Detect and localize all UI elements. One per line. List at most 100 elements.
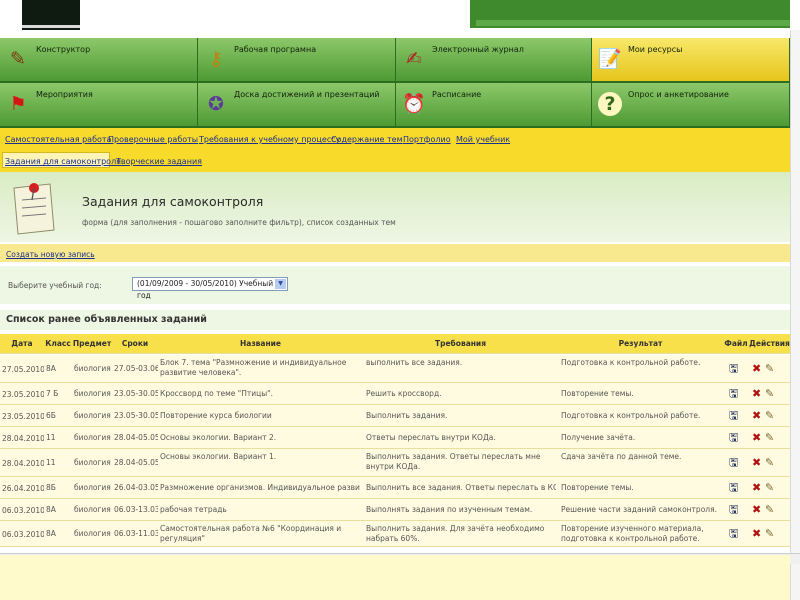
col-file[interactable]: Файл <box>723 339 749 349</box>
edit-icon[interactable]: ✎ <box>765 482 774 494</box>
delete-icon[interactable]: ✖ <box>752 432 761 444</box>
cell-result: Повторение темы. <box>561 483 634 492</box>
edit-icon[interactable]: ✎ <box>765 432 774 444</box>
subnav-my-textbook[interactable]: Мой учебник <box>456 135 510 144</box>
cell-title: Повторение курса биологии <box>160 411 272 420</box>
edit-icon[interactable]: ✎ <box>765 363 774 375</box>
page-header: Задания для самоконтроля форма (для запо… <box>0 172 790 242</box>
cell-terms: 06.03-11.03 <box>114 529 158 538</box>
create-record-link[interactable]: Создать новую запись <box>6 250 95 259</box>
chart-icon: ✍ <box>406 48 422 70</box>
delete-icon[interactable]: ✖ <box>752 504 761 516</box>
constructor-icon: ✎ <box>10 48 26 70</box>
cell-class: 11 <box>46 458 56 467</box>
file-download-icon[interactable]: 🖫 <box>729 504 738 516</box>
col-subject[interactable]: Предмет <box>72 339 112 349</box>
col-title[interactable]: Название <box>158 339 363 349</box>
cell-date: 28.04.2010 <box>2 434 44 443</box>
file-download-icon[interactable]: 🖫 <box>729 482 738 494</box>
cell-class: 7 Б <box>46 389 59 398</box>
cell-title: рабочая тетрадь <box>160 505 227 514</box>
cell-class: 11 <box>46 433 56 442</box>
delete-icon[interactable]: ✖ <box>752 457 761 469</box>
cell-subject: биология <box>74 529 111 538</box>
nav-events[interactable]: ⚑ Мероприятия <box>0 83 198 127</box>
col-result[interactable]: Результат <box>558 339 723 349</box>
edit-icon[interactable]: ✎ <box>765 457 774 469</box>
cell-class: 8А <box>46 529 56 538</box>
cell-result: Сдача зачёта по данной теме. <box>561 452 682 461</box>
cell-terms: 26.04-03.05 <box>114 483 158 492</box>
footer-area <box>0 555 790 600</box>
cell-subject: биология <box>74 458 111 467</box>
delete-icon[interactable]: ✖ <box>752 482 761 494</box>
cell-result: Получение зачёта. <box>561 433 636 442</box>
file-download-icon[interactable]: 🖫 <box>729 363 738 375</box>
nav-my-resources[interactable]: 📝 Мои ресурсы <box>592 38 790 82</box>
subnav-requirements[interactable]: Требования к учебному процессу <box>199 135 340 144</box>
cell-title: Основы экологии. Вариант 1. <box>160 452 277 461</box>
nav-label: Рабочая програмна <box>234 45 317 54</box>
delete-icon[interactable]: ✖ <box>752 528 761 540</box>
nav-work-program[interactable]: ⚷ Рабочая програмна <box>198 38 396 82</box>
col-class[interactable]: Класс <box>44 339 72 349</box>
file-download-icon[interactable]: 🖫 <box>729 528 738 540</box>
cell-date: 23.05.2010 <box>2 390 44 399</box>
cell-title: Блок 7. тема "Размножение и индивидуальн… <box>160 358 347 377</box>
cell-terms: 23.05-30.05 <box>114 389 158 398</box>
col-date[interactable]: Дата <box>0 339 44 349</box>
cell-class: 6Б <box>46 411 56 420</box>
vertical-scrollbar[interactable] <box>790 30 800 600</box>
tab-creative[interactable]: Творческие задания <box>116 157 202 166</box>
file-download-icon[interactable]: 🖫 <box>729 388 738 400</box>
file-download-icon[interactable]: 🖫 <box>729 457 738 469</box>
subnav-topics[interactable]: Содержание тем <box>331 135 403 144</box>
nav-e-journal[interactable]: ✍ Электронный журнал <box>396 38 592 82</box>
cell-date: 27.05.2010 <box>2 365 44 374</box>
col-terms[interactable]: Сроки <box>112 339 158 349</box>
notepad-pin-icon <box>13 183 55 235</box>
edit-icon[interactable]: ✎ <box>765 388 774 400</box>
year-select[interactable]: (01/09/2009 - 30/05/2010) Учебный год ▼ <box>132 277 288 300</box>
file-download-icon[interactable]: 🖫 <box>729 432 738 444</box>
edit-icon[interactable]: ✎ <box>765 504 774 516</box>
col-actions[interactable]: Действия <box>749 339 790 349</box>
delete-icon[interactable]: ✖ <box>752 410 761 422</box>
page-title: Задания для самоконтроля <box>82 194 264 209</box>
cell-subject: биология <box>74 389 111 398</box>
delete-icon[interactable]: ✖ <box>752 388 761 400</box>
table-row: 23.05.2010 6Б биология 23.05-30.05 Повторени… <box>0 405 790 427</box>
chevron-down-icon[interactable]: ▼ <box>275 279 286 289</box>
nav-schedule[interactable]: ⏰ Расписание <box>396 83 592 127</box>
year-value: (01/09/2009 - 30/05/2010) Учебный год <box>137 279 274 300</box>
nav-survey[interactable]: ? Опрос и анкетирование <box>592 83 790 127</box>
cell-subject: биология <box>74 505 111 514</box>
flag-icon: ⚑ <box>9 93 27 115</box>
nav-label: Опрос и анкетирование <box>628 90 729 99</box>
file-download-icon[interactable]: 🖫 <box>729 410 738 422</box>
sub-nav: Самостоятельная работа Проверочные работ… <box>0 128 790 172</box>
col-requirements[interactable]: Требования <box>363 339 558 349</box>
table-header: Дата Класс Предмет Сроки Название Требов… <box>0 334 790 354</box>
cell-date: 26.04.2010 <box>2 484 44 493</box>
cell-result: Подготовка к контрольной работе. <box>561 411 701 420</box>
cell-requirements: Выполнить задания. Для зачёта необходимо… <box>366 524 545 543</box>
subnav-tests[interactable]: Проверочные работы <box>108 135 198 144</box>
year-filter: Выберите учебный год: (01/09/2009 - 30/0… <box>0 266 790 304</box>
question-icon: ? <box>598 92 622 116</box>
edit-icon[interactable]: ✎ <box>765 528 774 540</box>
cell-requirements: Решить кроссворд. <box>366 389 442 398</box>
tab-self-control[interactable]: Задания для самоконтроля <box>5 157 121 166</box>
edit-icon[interactable]: ✎ <box>765 410 774 422</box>
cell-title: Основы экологии. Вариант 2. <box>160 433 277 442</box>
subnav-self-work[interactable]: Самостоятельная работа <box>5 135 111 144</box>
nav-achievements[interactable]: ✪ Доска достижений и презентаций <box>198 83 396 127</box>
subnav-portfolio[interactable]: Портфолио <box>403 135 451 144</box>
cell-date: 06.03.2010 <box>2 506 44 515</box>
cell-requirements: Выполнить задания. <box>366 411 448 420</box>
nav-constructor[interactable]: ✎ Конструктор <box>0 38 198 82</box>
list-title: Список ранее объявленных заданий <box>6 314 207 325</box>
delete-icon[interactable]: ✖ <box>752 363 761 375</box>
cell-requirements: Выполнить все задания. Ответы переслать … <box>366 483 556 492</box>
cell-title: Размножение организмов. Индивидуальное р… <box>160 483 360 492</box>
